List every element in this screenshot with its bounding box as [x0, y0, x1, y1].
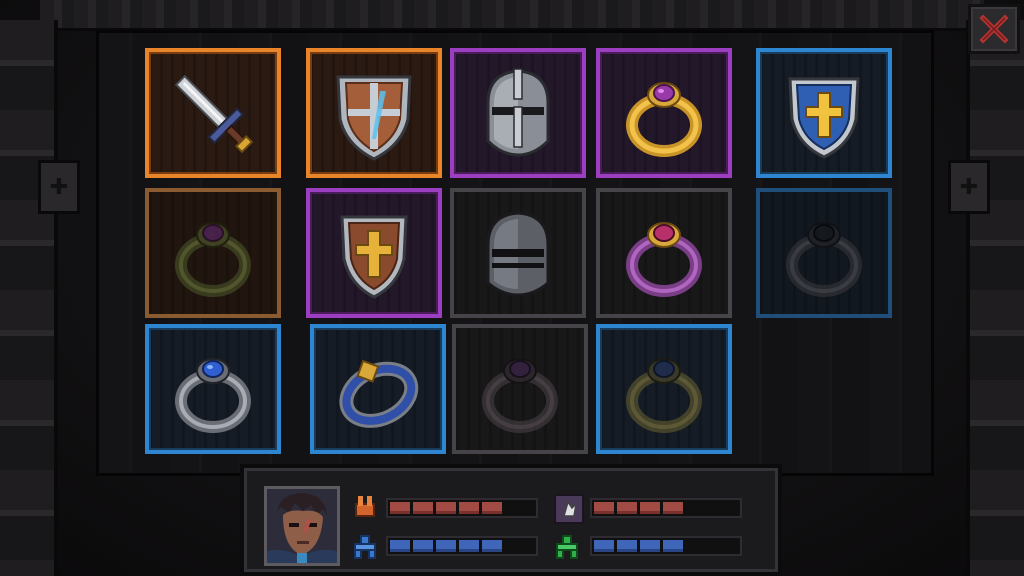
close-x-icon — [979, 14, 1009, 44]
stat-bar-segment — [594, 540, 614, 552]
close-button[interactable] — [968, 4, 1020, 54]
hero-portrait-icon[interactable] — [264, 486, 340, 566]
stat-bar-segment — [594, 502, 614, 514]
inventory-slot-gold-cross-shield[interactable] — [306, 188, 442, 318]
frame-left — [0, 20, 58, 576]
inventory-slot-sapphire-ring[interactable] — [310, 324, 446, 454]
inventory-slot-blue-cross-shield[interactable] — [756, 48, 892, 178]
magic-attack-bar — [590, 498, 742, 518]
defense-icon — [352, 534, 378, 560]
attack-icon — [352, 494, 378, 520]
gold-cross-shield-icon — [340, 215, 408, 299]
olive-ring-icon — [626, 358, 702, 433]
stat-bar-segment — [617, 502, 637, 514]
stat-bar-segment — [459, 502, 479, 514]
stat-bar-segment — [459, 540, 479, 552]
sapphire-ring-icon — [339, 359, 419, 428]
inventory-slot-wooden-shield[interactable] — [306, 48, 442, 178]
magic-attack-icon — [554, 494, 584, 524]
stat-bar-segment — [413, 540, 433, 552]
stat-bar-segment — [617, 540, 637, 552]
inventory-slot-knight-helmet[interactable] — [450, 48, 586, 178]
frame-knob-left: ✚ — [38, 160, 80, 214]
stat-bar-segment — [663, 540, 683, 552]
stat-bar-segment — [482, 540, 502, 552]
inventory-slot-silver-ring[interactable] — [145, 324, 281, 454]
magic-defense-bar — [590, 536, 742, 556]
stat-bar-segment — [663, 502, 683, 514]
stat-bar-segment — [482, 502, 502, 514]
stat-bar-segment — [640, 540, 660, 552]
character-stats-panel — [240, 464, 782, 576]
stat-bar-segment — [413, 502, 433, 514]
inventory-slot-green-ring[interactable] — [145, 188, 281, 318]
magic-defense-icon — [554, 534, 580, 560]
frame-right — [966, 20, 1024, 576]
silver-ring-icon — [175, 358, 251, 433]
inventory-slot-gold-ring[interactable] — [596, 48, 732, 178]
inventory-slot-sword[interactable] — [145, 48, 281, 178]
attack-bar — [386, 498, 538, 518]
defense-bar — [386, 536, 538, 556]
stat-bar-segment — [436, 502, 456, 514]
gold-ring-icon — [626, 82, 702, 157]
dark-ring-icon — [482, 358, 558, 433]
black-ring-icon — [786, 222, 862, 297]
purple-ring-icon — [626, 222, 702, 297]
stat-bar-segment — [390, 502, 410, 514]
frame-knob-right: ✚ — [948, 160, 990, 214]
inventory-slot-dark-ring[interactable] — [452, 324, 588, 454]
inventory-slot-black-ring[interactable] — [756, 188, 892, 318]
inventory-slot-olive-ring[interactable] — [596, 324, 732, 454]
stat-bar-segment — [640, 502, 660, 514]
knight-helmet-icon — [486, 68, 550, 157]
blue-cross-shield-icon — [788, 77, 860, 159]
frame-top — [40, 0, 984, 31]
stat-bar-segment — [436, 540, 456, 552]
iron-helmet-icon — [486, 211, 550, 297]
sword-icon — [174, 74, 254, 154]
wooden-shield-icon — [336, 75, 412, 161]
inventory-slot-purple-ring[interactable] — [596, 188, 732, 318]
stat-bar-segment — [390, 540, 410, 552]
green-ring-icon — [175, 222, 251, 297]
inventory-slot-iron-helmet[interactable] — [450, 188, 586, 318]
